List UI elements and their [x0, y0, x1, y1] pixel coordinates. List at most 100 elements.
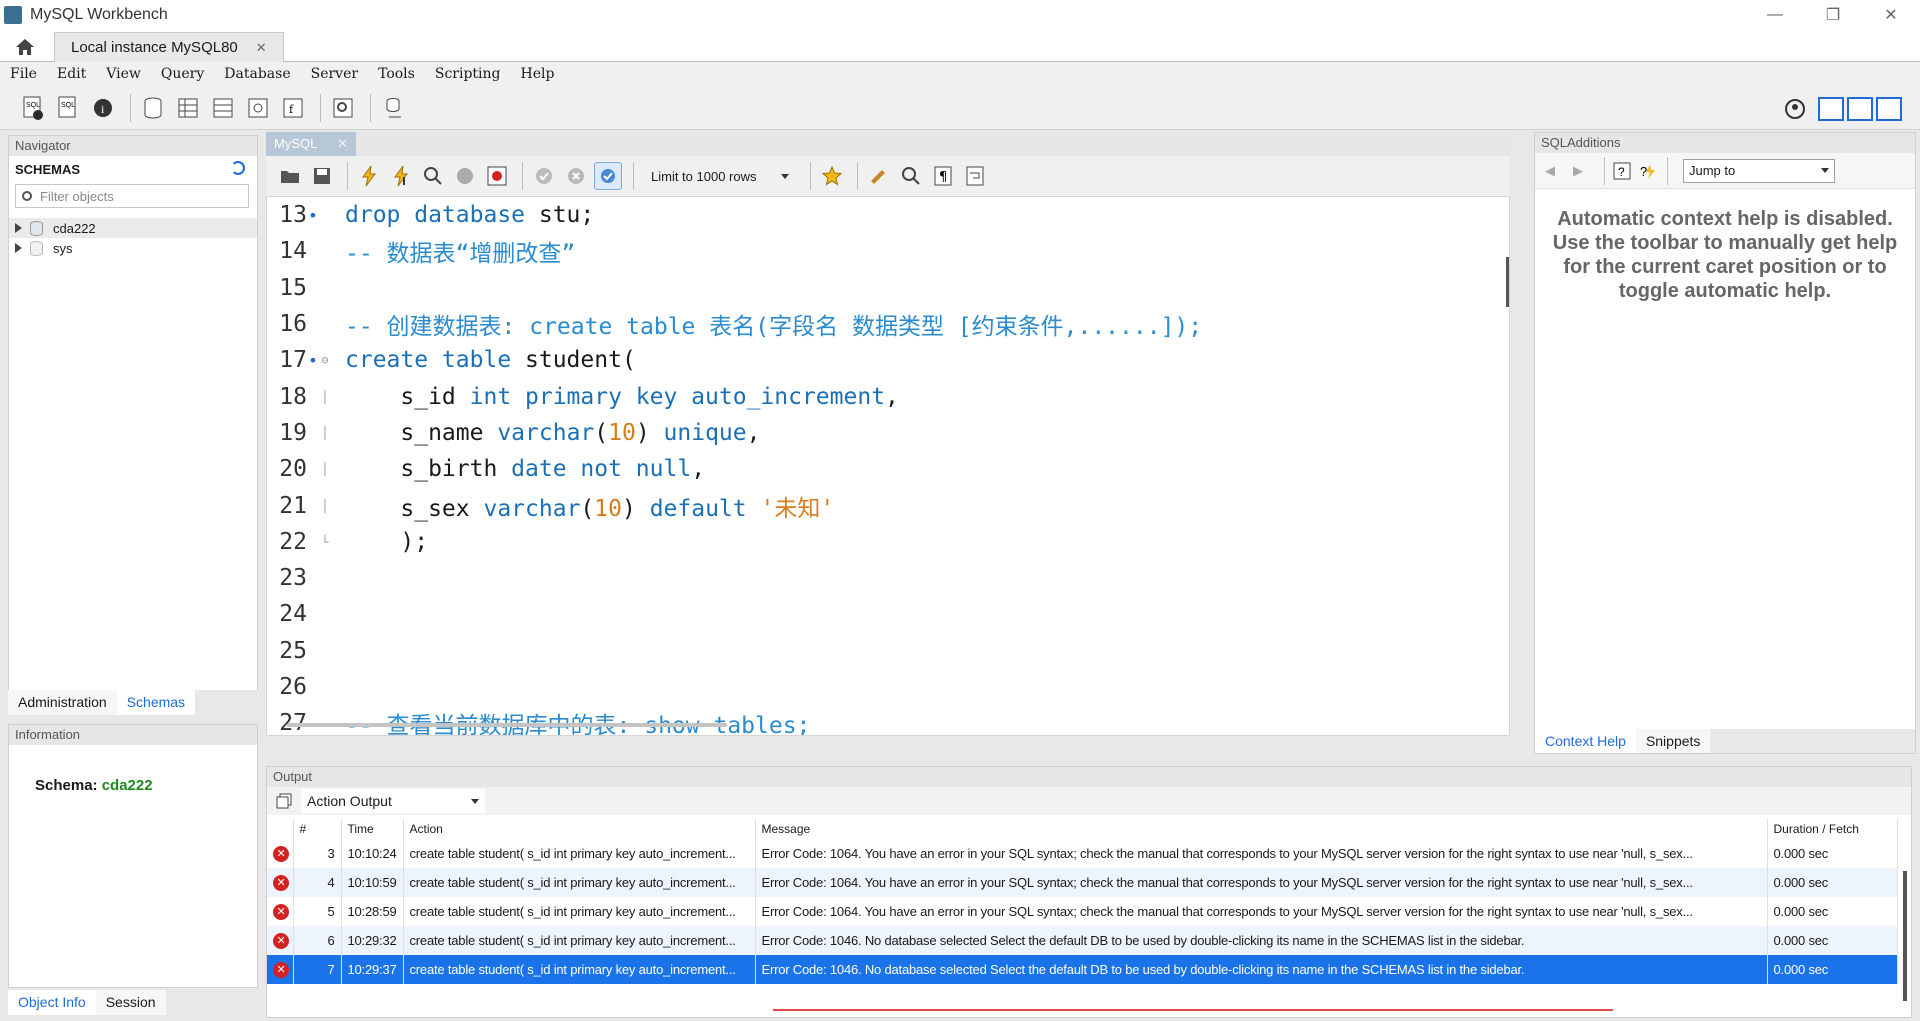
fold-marker-icon[interactable]: │: [319, 462, 331, 476]
menu-query[interactable]: Query: [161, 66, 204, 82]
sql-editor[interactable]: 13 • drop database stu; 14 -- 数据表“增删改查” 15 16-…: [266, 196, 1510, 736]
commit-button[interactable]: [530, 162, 558, 190]
home-tab[interactable]: [8, 34, 42, 60]
search-data-icon: [333, 98, 353, 117]
menu-scripting[interactable]: Scripting: [435, 66, 501, 82]
tab-administration[interactable]: Administration: [8, 690, 117, 715]
tab-schemas[interactable]: Schemas: [116, 690, 196, 715]
rollback-button[interactable]: [562, 162, 590, 190]
toggle-error-stop-button[interactable]: [483, 162, 511, 190]
filter-objects-input[interactable]: Filter objects: [15, 184, 249, 208]
menu-view[interactable]: View: [106, 66, 141, 82]
toggle-secondary-sidebar-button[interactable]: [1876, 97, 1902, 121]
editor-vertical-scrollbar[interactable]: [1506, 257, 1509, 307]
limit-rows-select[interactable]: Limit to 1000 rows: [645, 164, 795, 188]
beautify-button[interactable]: [865, 162, 893, 190]
toggle-sidebar-button[interactable]: [1818, 97, 1844, 121]
title-bar: MySQL Workbench — ❐ ✕: [0, 0, 1920, 30]
create-view-button[interactable]: [208, 93, 238, 123]
menu-database[interactable]: Database: [224, 66, 290, 82]
execute-current-button[interactable]: [387, 162, 415, 190]
tab-local-instance[interactable]: Local instance MySQL80 ✕: [54, 32, 284, 62]
code-line[interactable]: 15: [267, 270, 1509, 306]
table-row[interactable]: ✕ 5 10:28:59 create table student( s_id int…: [267, 897, 1898, 926]
output-type-select[interactable]: Action Output: [301, 789, 485, 813]
toggle-output-button[interactable]: [1847, 97, 1873, 121]
account-button[interactable]: [1780, 94, 1810, 124]
find-button[interactable]: [897, 162, 925, 190]
table-row[interactable]: ✕ 7 10:29:37 create table student( s_id int…: [267, 955, 1898, 984]
fold-marker-icon[interactable]: ⊖: [319, 353, 331, 367]
check-circle-icon: [536, 168, 552, 184]
code-line[interactable]: 25: [267, 633, 1509, 669]
refresh-icon[interactable]: [231, 161, 245, 175]
add-snippet-button[interactable]: [818, 162, 846, 190]
code-line[interactable]: 22 └ );: [267, 524, 1509, 560]
code-line[interactable]: 14 -- 数据表“增删改查”: [267, 233, 1509, 269]
code-line[interactable]: 16 -- 创建数据表: create table 表名(字段名 数据类型 [约束…: [267, 306, 1509, 342]
output-vertical-scrollbar[interactable]: [1903, 871, 1907, 1001]
restore-button[interactable]: ❐: [1804, 0, 1862, 30]
invisible-chars-button[interactable]: ¶: [929, 162, 957, 190]
create-schema-button[interactable]: [138, 93, 168, 123]
open-sql-script-button[interactable]: SQL: [53, 93, 83, 123]
table-row[interactable]: ✕ 4 10:10:59 create table student( s_id int…: [267, 868, 1898, 897]
search-table-data-button[interactable]: [328, 93, 358, 123]
tab-mysql-query[interactable]: MySQL ✕: [266, 132, 356, 156]
code-line[interactable]: 21 │ s_sex varchar(10) default '未知': [267, 487, 1509, 523]
back-arrow-icon[interactable]: ◀: [1545, 163, 1555, 179]
menu-tools[interactable]: Tools: [378, 66, 415, 82]
editor-horizontal-scrollbar[interactable]: [287, 723, 727, 727]
code-line[interactable]: 13 • drop database stu;: [267, 197, 1509, 233]
main-toolbar: SQL SQL i f: [0, 86, 1920, 130]
expand-arrow-icon[interactable]: [15, 223, 22, 233]
minimize-button[interactable]: —: [1746, 0, 1804, 30]
save-button[interactable]: [308, 162, 336, 190]
menu-server[interactable]: Server: [311, 66, 358, 82]
schema-item-sys[interactable]: sys: [9, 238, 257, 258]
close-tab-icon[interactable]: ✕: [337, 132, 348, 156]
fold-marker-icon[interactable]: │: [319, 499, 331, 513]
create-procedure-button[interactable]: [243, 93, 273, 123]
menu-help[interactable]: Help: [521, 66, 555, 82]
tab-snippets[interactable]: Snippets: [1635, 729, 1711, 753]
code-line[interactable]: 19 │ s_name varchar(10) unique,: [267, 415, 1509, 451]
menu-edit[interactable]: Edit: [57, 66, 86, 82]
copy-icon[interactable]: [275, 792, 293, 810]
stop-button[interactable]: [451, 162, 479, 190]
tab-context-help[interactable]: Context Help: [1535, 729, 1636, 753]
forward-arrow-icon[interactable]: ▶: [1573, 163, 1583, 179]
create-table-button[interactable]: [173, 93, 203, 123]
schema-item-cda222[interactable]: cda222: [9, 218, 257, 238]
code-line[interactable]: 17 • ⊖ create table student(: [267, 342, 1509, 378]
open-file-button[interactable]: [276, 162, 304, 190]
code-line[interactable]: 18 │ s_id int primary key auto_increment,: [267, 378, 1509, 414]
tab-session[interactable]: Session: [95, 990, 166, 1015]
fold-marker-icon[interactable]: └: [319, 535, 331, 549]
fold-marker-icon[interactable]: │: [319, 390, 331, 404]
manual-help-icon[interactable]: ?: [1612, 161, 1632, 181]
word-wrap-button[interactable]: [961, 162, 989, 190]
jump-to-select[interactable]: Jump to: [1683, 158, 1835, 183]
inspector-button[interactable]: i: [88, 93, 118, 123]
code-line[interactable]: 27-- 查看当前数据库中的表: show tables;: [267, 705, 1509, 735]
code-line[interactable]: 23: [267, 560, 1509, 596]
reconnect-button[interactable]: [378, 93, 408, 123]
explain-button[interactable]: [419, 162, 447, 190]
execute-all-button[interactable]: [355, 162, 383, 190]
close-tab-icon[interactable]: ✕: [256, 40, 267, 56]
tab-object-info[interactable]: Object Info: [8, 990, 96, 1015]
autocommit-toggle[interactable]: [594, 162, 622, 190]
auto-help-icon[interactable]: ?: [1638, 161, 1660, 181]
table-row[interactable]: ✕ 6 10:29:32 create table student( s_id int…: [267, 926, 1898, 955]
fold-marker-icon[interactable]: │: [319, 426, 331, 440]
close-button[interactable]: ✕: [1862, 0, 1920, 30]
code-line[interactable]: 24: [267, 596, 1509, 632]
new-sql-tab-button[interactable]: SQL: [18, 93, 48, 123]
code-line[interactable]: 20 │ s_birth date not null,: [267, 451, 1509, 487]
expand-arrow-icon[interactable]: [15, 243, 22, 253]
table-row[interactable]: ✕ 3 10:10:24 create table student( s_id int…: [267, 839, 1898, 868]
create-function-button[interactable]: f: [278, 93, 308, 123]
code-line[interactable]: 26: [267, 669, 1509, 705]
menu-file[interactable]: File: [10, 66, 37, 82]
